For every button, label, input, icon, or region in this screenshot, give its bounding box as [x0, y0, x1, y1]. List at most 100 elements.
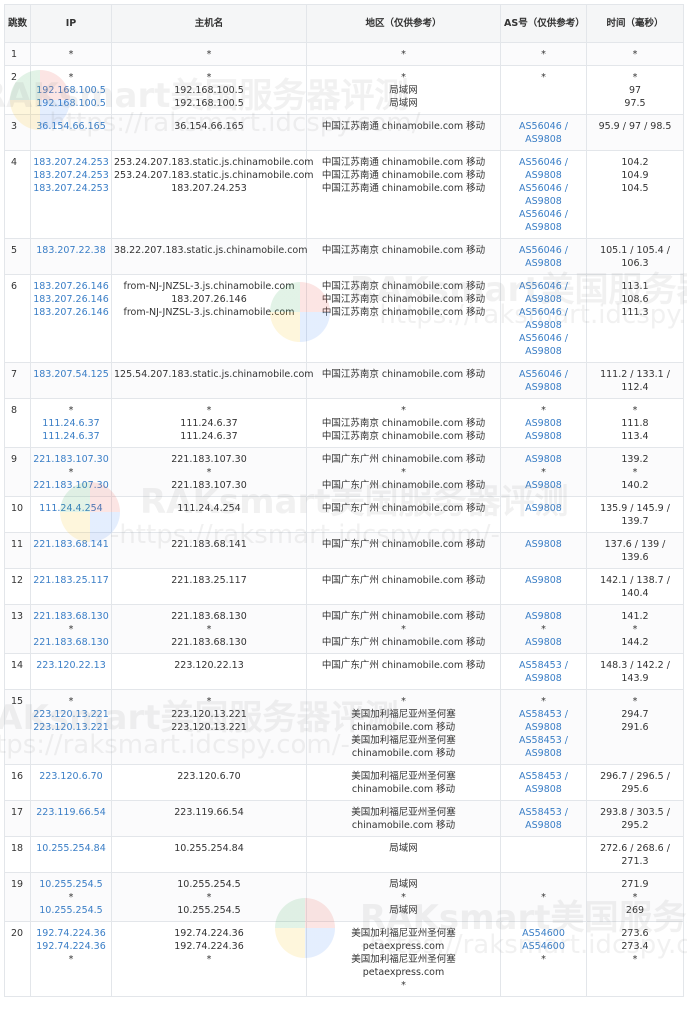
ip-line: * [68, 72, 74, 83]
region-line: 中国江苏南京 chinamobile.com 移动 [321, 431, 486, 442]
ip-line: 183.207.24.253 [33, 157, 109, 168]
as-line: AS56046 / [519, 121, 568, 132]
table-header: 跳数 IP 主机名 地区（仅供参考） AS号（仅供参考） 时间（毫秒） [4, 4, 684, 43]
region-line: 中国江苏南通 chinamobile.com 移动 [321, 183, 486, 194]
as-line: AS9808 [525, 480, 562, 491]
host-cell: 111.24.4.254 [111, 496, 307, 533]
table-row: 14 223.120.22.13 223.120.22.13 中国广东广州 china… [4, 653, 684, 690]
as-line: AS58453 / [519, 771, 568, 782]
host-line: * [206, 624, 212, 635]
as-line: * [541, 405, 546, 416]
as-line: AS9808 [525, 503, 562, 514]
hop-cell: 8 [4, 398, 31, 448]
ip-line: * [68, 892, 74, 903]
traceroute-table: 跳数 IP 主机名 地区（仅供参考） AS号（仅供参考） 时间（毫秒） 1 * * *… [4, 4, 684, 997]
time-cell: 137.6 / 139 / 139.6 [586, 532, 684, 569]
ip-line: 223.120.13.221 [33, 722, 109, 733]
ip-line: 10.255.254.5 [39, 879, 103, 890]
host-line: 221.183.25.117 [171, 575, 247, 586]
region-line: 局域网 [389, 98, 418, 109]
time-line: * [632, 892, 638, 903]
as-line: * [541, 467, 546, 478]
host-line: 221.183.68.141 [171, 539, 247, 550]
as-cell: AS9808 * AS9808 [500, 447, 587, 497]
host-cell: 223.119.66.54 [111, 800, 307, 837]
ip-cell: * 223.120.13.221 223.120.13.221 [30, 689, 112, 765]
time-cell: 139.2 * 140.2 [586, 447, 684, 497]
time-line: 111.2 / 133.1 / [600, 369, 670, 380]
as-line: AS9808 [525, 784, 562, 795]
as-cell: AS9808 [500, 496, 587, 533]
host-line: 223.120.6.70 [177, 771, 241, 782]
time-line: 111.3 [621, 307, 649, 318]
time-line: * [632, 49, 638, 60]
time-line: 269 [625, 905, 645, 916]
ip-cell: 223.119.66.54 [30, 800, 112, 837]
host-cell: 223.120.22.13 [111, 653, 307, 690]
time-line: * [632, 624, 638, 635]
region-cell: 局域网 [306, 836, 501, 873]
hop-cell: 20 [4, 921, 31, 997]
time-line: 143.9 [621, 673, 649, 684]
time-line: 296.7 / 296.5 / [600, 771, 670, 782]
as-cell: AS56046 / AS9808 [500, 362, 587, 399]
time-line: 140.2 [621, 480, 649, 491]
hop-cell: 4 [4, 150, 31, 239]
region-line: chinamobile.com 移动 [351, 748, 456, 759]
time-line: 142.1 / 138.7 / [600, 575, 670, 586]
hop-cell: 17 [4, 800, 31, 837]
ip-line: 192.168.100.5 [36, 98, 106, 109]
time-line: 272.6 / 268.6 / [600, 843, 670, 854]
region-line: * [401, 72, 406, 83]
time-cell: 111.2 / 133.1 / 112.4 [586, 362, 684, 399]
as-line: AS9808 [525, 454, 562, 465]
table-row: 15 * 223.120.13.221 223.120.13.221 * 223.120.… [4, 689, 684, 765]
host-line: 221.183.107.30 [171, 454, 247, 465]
region-line: * [401, 405, 406, 416]
as-line: AS56046 / [519, 209, 568, 220]
ip-cell: 183.207.24.253 183.207.24.253 183.207.24.2… [30, 150, 112, 239]
as-cell: * [500, 42, 587, 66]
hop-cell: 2 [4, 65, 31, 115]
time-line: 140.4 [621, 588, 649, 599]
host-cell: * [111, 42, 307, 66]
host-cell: 10.255.254.5 * 10.255.254.5 [111, 872, 307, 922]
as-line: AS9808 [525, 637, 562, 648]
region-line: 中国江苏南京 chinamobile.com 移动 [321, 369, 486, 380]
host-cell: 192.74.224.36 192.74.224.36 * [111, 921, 307, 997]
host-line: 111.24.6.37 [180, 431, 238, 442]
ip-cell: 221.183.68.130 * 221.183.68.130 [30, 604, 112, 654]
host-cell: 221.183.68.130 * 221.183.68.130 [111, 604, 307, 654]
host-line: * [206, 72, 212, 83]
region-cell: 中国广东广州 chinamobile.com 移动 [306, 496, 501, 533]
table-row: 10 111.24.4.254 111.24.4.254 中国广东广州 chinamo… [4, 496, 684, 533]
host-cell: * 192.168.100.5 192.168.100.5 [111, 65, 307, 115]
time-cell: 113.1 108.6 111.3 [586, 274, 684, 363]
time-line: 112.4 [621, 382, 649, 393]
table-row: 9 221.183.107.30 * 221.183.107.30 221.183.10… [4, 447, 684, 497]
time-line: * [632, 72, 638, 83]
host-cell: 221.183.107.30 * 221.183.107.30 [111, 447, 307, 497]
region-line: 局域网 [389, 879, 418, 890]
time-line: 135.9 / 145.9 / [600, 503, 670, 514]
region-cell: 美国加利福尼亚州圣何塞 chinamobile.com 移动 [306, 764, 501, 801]
as-line: AS9808 [525, 748, 562, 759]
time-line: 141.2 [621, 611, 649, 622]
region-cell: 局域网 * 局域网 [306, 872, 501, 922]
as-cell: AS58453 / AS9808 [500, 653, 587, 690]
region-line: * [401, 892, 406, 903]
ip-line: * [68, 467, 74, 478]
time-line: * [632, 467, 638, 478]
table-row: 7 183.207.54.125 125.54.207.183.static.js.… [4, 362, 684, 399]
time-cell: 135.9 / 145.9 / 139.7 [586, 496, 684, 533]
ip-cell: * 111.24.6.37 111.24.6.37 [30, 398, 112, 448]
host-cell: from-NJ-JNZSL-3.js.chinamobile.com 183.20… [111, 274, 307, 363]
region-line: 中国江苏南通 chinamobile.com 移动 [321, 121, 486, 132]
region-line: chinamobile.com 移动 [351, 820, 456, 831]
as-line: AS9808 [525, 170, 562, 181]
region-cell: 美国加利福尼亚州圣何塞 chinamobile.com 移动 [306, 800, 501, 837]
time-cell: 104.2 104.9 104.5 [586, 150, 684, 239]
header-region: 地区（仅供参考） [306, 4, 501, 43]
ip-line: 221.183.107.30 [33, 480, 109, 491]
ip-line: 10.255.254.84 [36, 843, 106, 854]
